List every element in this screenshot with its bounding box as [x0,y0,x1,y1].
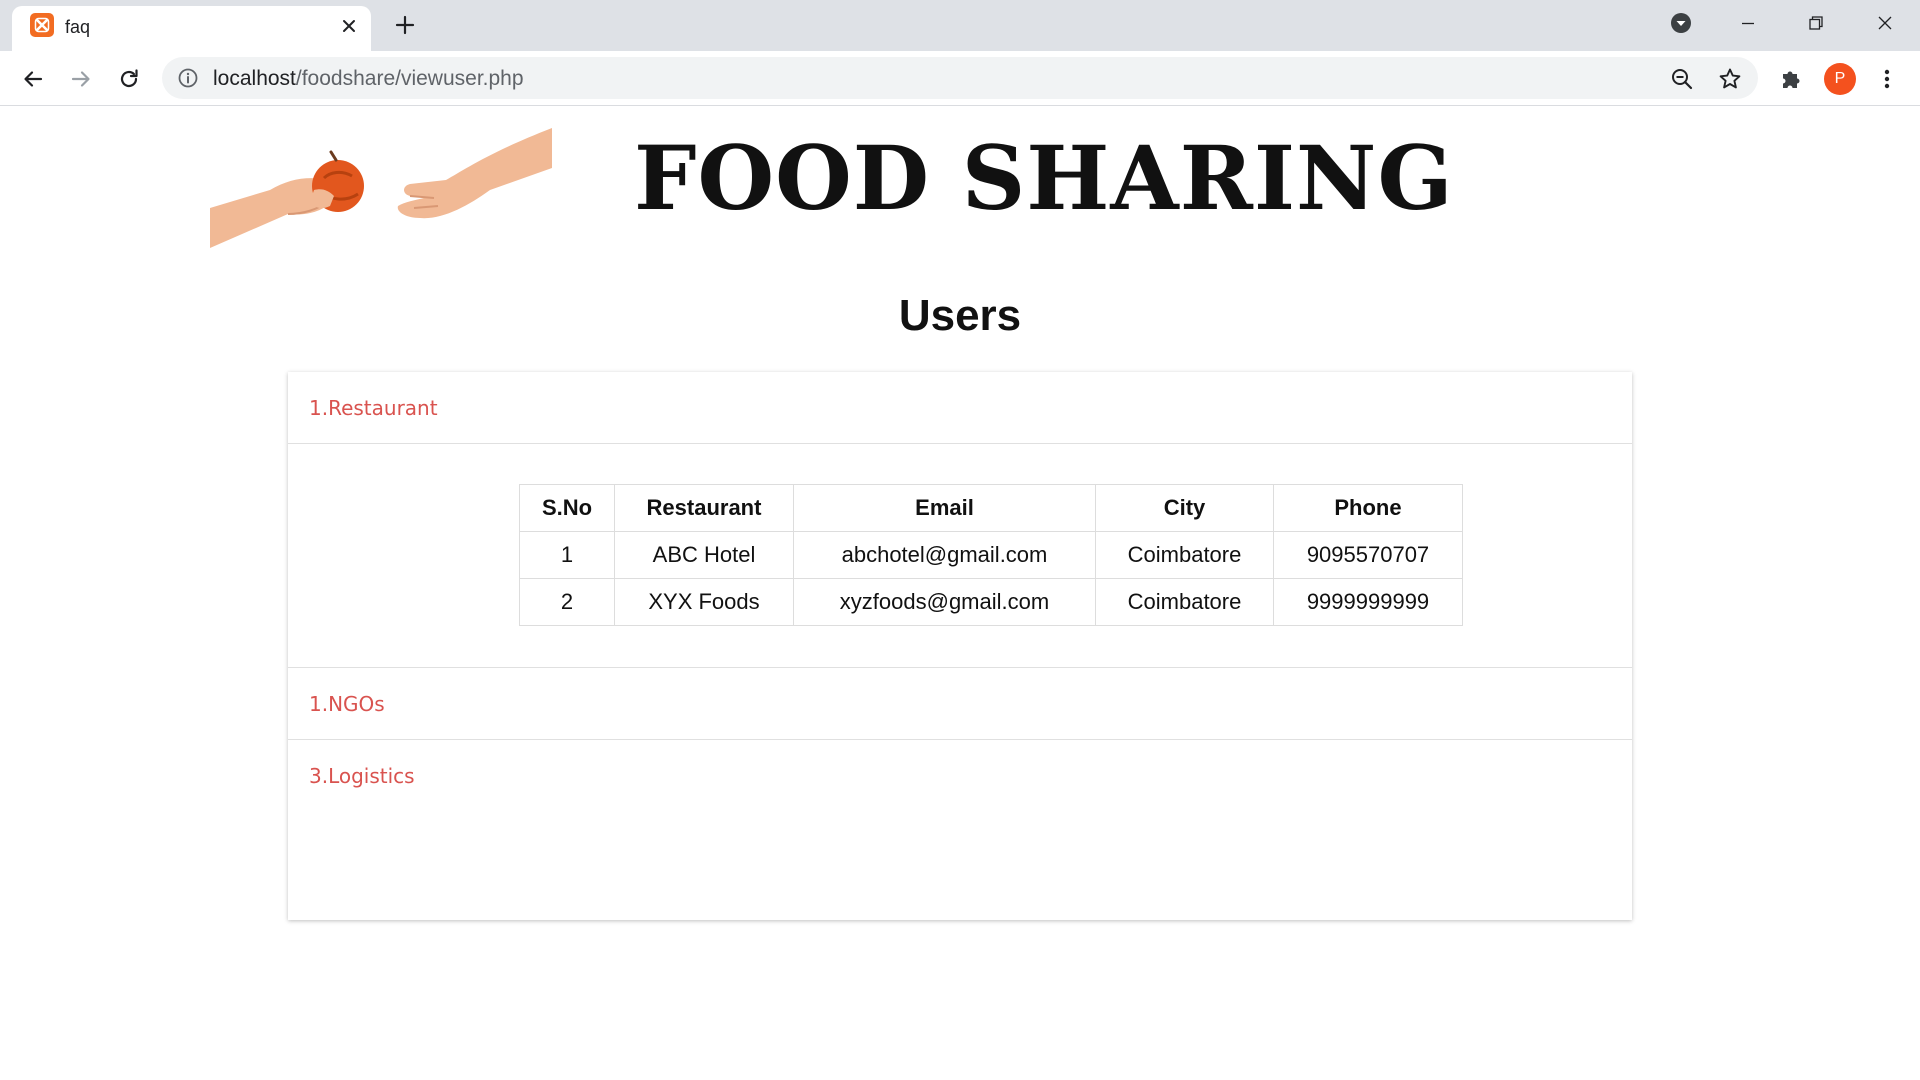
close-icon[interactable] [337,14,361,38]
accordion-header-ngos[interactable]: 1.NGOs [288,668,1632,740]
url-host: localhost [213,67,296,90]
accordion-header-logistics[interactable]: 3.Logistics [288,740,1632,812]
plus-icon[interactable] [392,12,418,38]
avatar[interactable]: P [1824,63,1856,95]
table-header-row: S.No Restaurant Email City Phone [519,484,1463,532]
tab-strip: faq [0,0,1920,51]
chevron-down-icon[interactable] [1666,8,1696,38]
accordion-label: 1.NGOs [309,692,385,716]
browser-toolbar: localhost/foodshare/viewuser.php P [0,51,1920,106]
accordion-label: 3.Logistics [309,764,415,788]
arrow-right-icon[interactable] [66,64,96,94]
cell-email: xyzfoods@gmail.com [793,578,1096,626]
url-path: /foodshare/viewuser.php [295,67,524,90]
column-header-phone: Phone [1273,484,1463,532]
cell-sno: 1 [519,531,615,579]
cell-sno: 2 [519,578,615,626]
cell-phone: 9999999999 [1273,578,1463,626]
page-title: Users [898,291,1022,340]
puzzle-icon[interactable] [1776,64,1806,94]
info-icon[interactable] [177,67,199,89]
restore-icon[interactable] [1801,8,1831,38]
accordion-panel-restaurant: S.No Restaurant Email City Phone 1 ABC H… [288,444,1632,668]
star-icon[interactable] [1717,66,1743,92]
tab-title: faq [65,17,91,37]
column-header-email: Email [793,484,1096,532]
food-sharing-logo [210,128,552,248]
address-bar[interactable]: localhost/foodshare/viewuser.php [162,57,1758,99]
table-row: 1 ABC Hotel abchotel@gmail.com Coimbator… [519,531,1463,579]
url-text: localhost/foodshare/viewuser.php [213,67,524,91]
window-close-icon[interactable] [1870,8,1900,38]
kebab-menu-icon[interactable] [1872,64,1902,94]
minimize-icon[interactable] [1733,8,1763,38]
cell-restaurant: XYX Foods [614,578,794,626]
users-accordion: 1.Restaurant S.No Restaurant Email City … [288,372,1632,920]
reload-icon[interactable] [114,64,144,94]
cell-restaurant: ABC Hotel [614,531,794,579]
page-content: FOOD SHARING Users 1.Restaurant S.No Res… [0,106,1920,1080]
restaurant-table: S.No Restaurant Email City Phone 1 ABC H… [519,484,1463,626]
table-row: 2 XYX Foods xyzfoods@gmail.com Coimbator… [519,578,1463,626]
cell-city: Coimbatore [1095,578,1274,626]
zoom-out-icon[interactable] [1669,66,1695,92]
arrow-left-icon[interactable] [18,64,48,94]
column-header-sno: S.No [519,484,615,532]
cell-city: Coimbatore [1095,531,1274,579]
accordion-label: 1.Restaurant [309,396,438,420]
column-header-restaurant: Restaurant [614,484,794,532]
cell-phone: 9095570707 [1273,531,1463,579]
cell-email: abchotel@gmail.com [793,531,1096,579]
browser-tab[interactable]: faq [12,6,371,51]
site-title: FOOD SHARING [634,126,1454,230]
column-header-city: City [1095,484,1274,532]
accordion-header-restaurant[interactable]: 1.Restaurant [288,372,1632,444]
xampp-icon [30,13,54,37]
